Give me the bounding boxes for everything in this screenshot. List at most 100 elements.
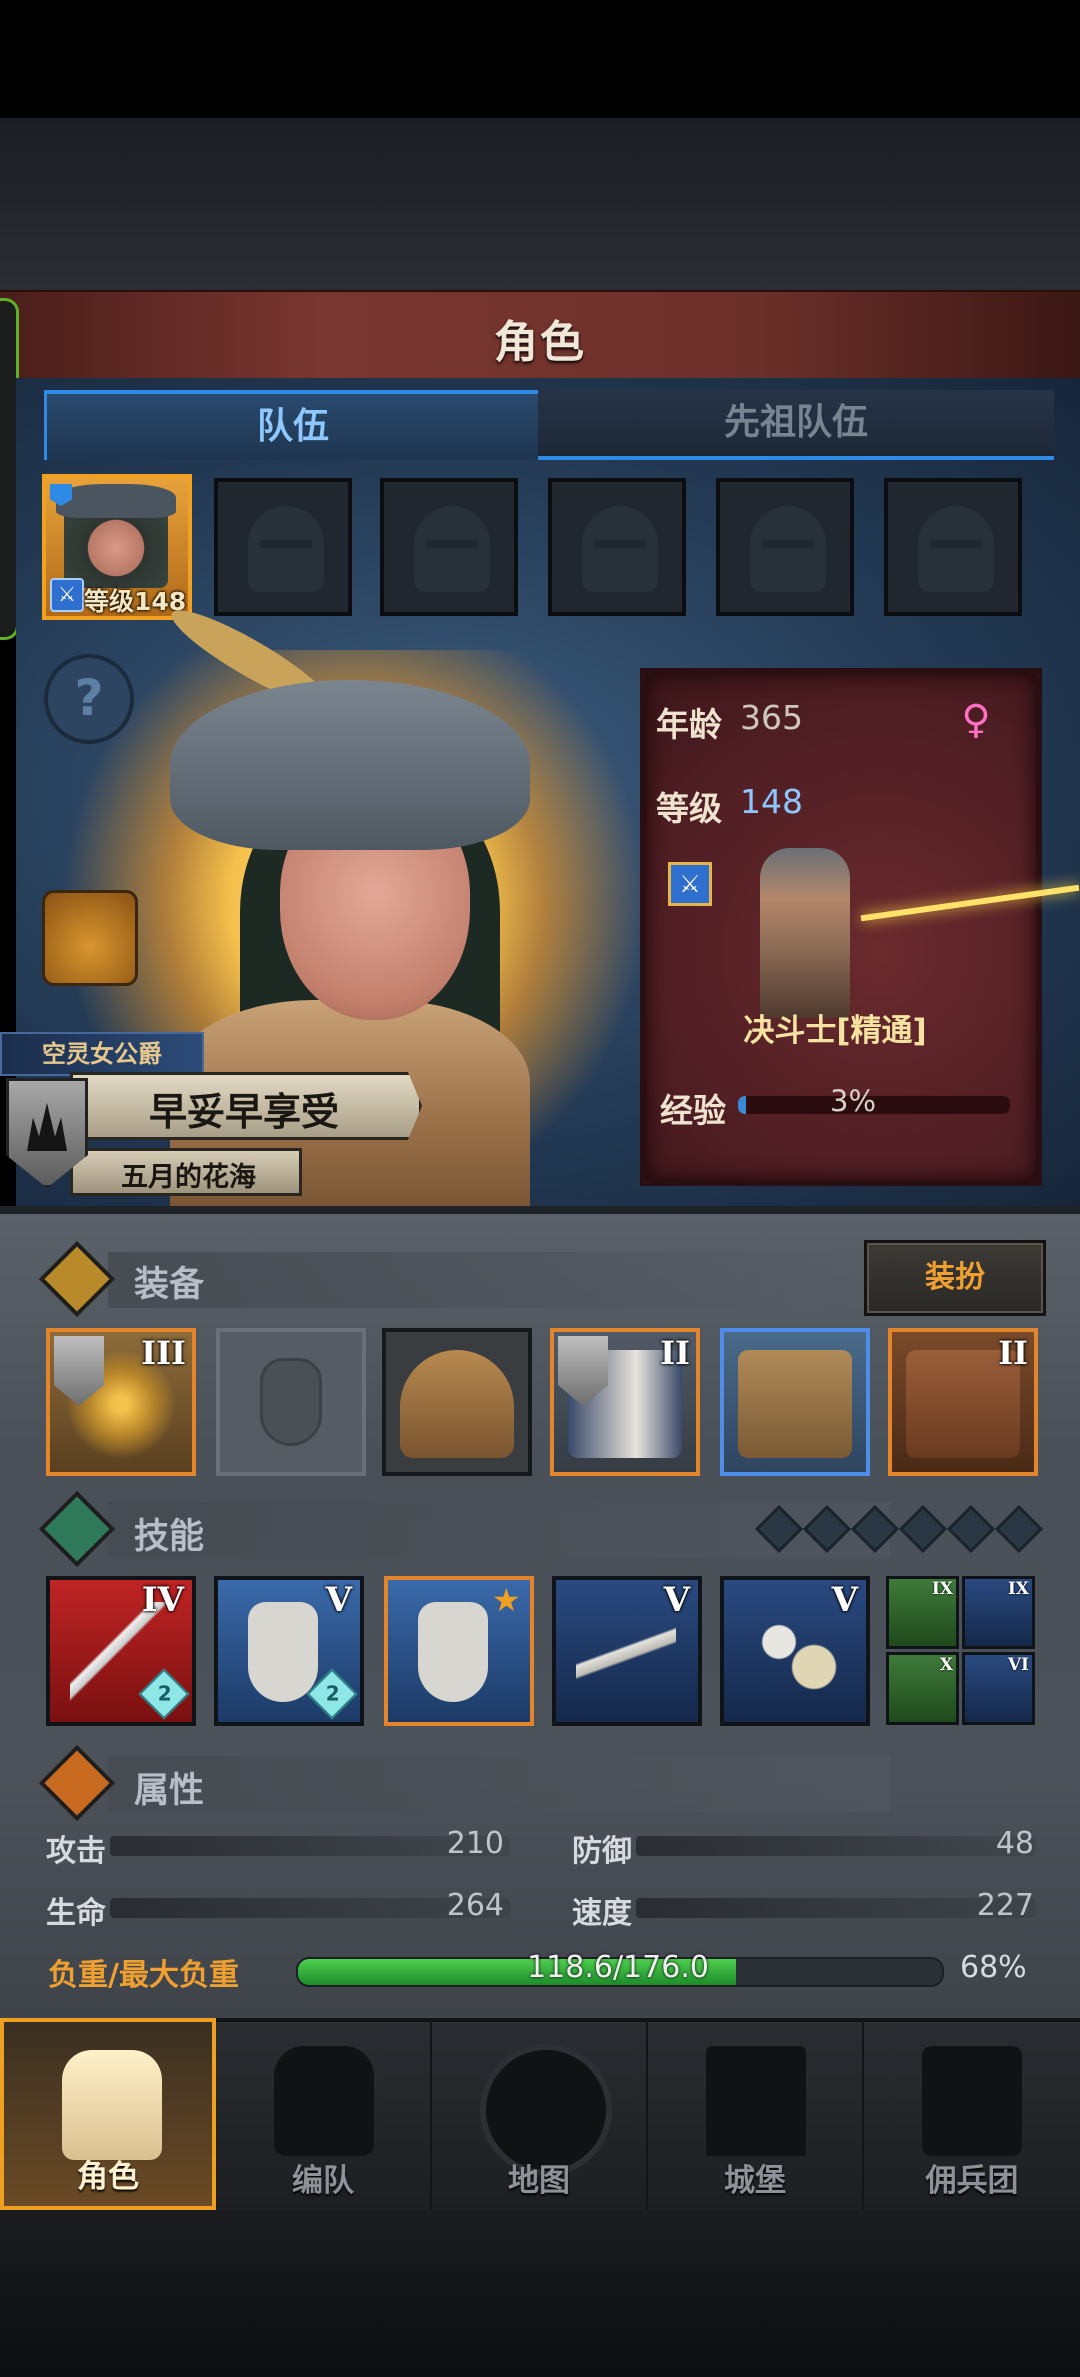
nav-mercenary[interactable]: 佣兵团 (864, 2018, 1080, 2210)
blade-slash-icon (576, 1602, 676, 1702)
empty-helmet-icon (918, 506, 994, 592)
title-bar: 角色 (0, 290, 1080, 384)
nav-label: 佣兵团 (925, 2163, 1019, 2199)
equip-tier: II (660, 1334, 690, 1372)
exp-bar-fill (738, 1096, 747, 1114)
nav-castle[interactable]: 城堡 (648, 2018, 864, 2210)
roster-slot-empty[interactable] (548, 478, 686, 616)
equip-slot-offhand[interactable] (216, 1328, 366, 1476)
passive-skill[interactable]: IX (962, 1576, 1035, 1649)
equipment-title: 装备 (134, 1265, 205, 1305)
load-percent: 68% (960, 1950, 1027, 1985)
equip-tier: III (141, 1334, 186, 1372)
attack-label: 攻击 (46, 1834, 106, 1869)
skills-title: 技能 (134, 1517, 205, 1557)
speed-value: 227 (976, 1888, 1034, 1923)
female-gender-icon: ♀ (961, 697, 991, 743)
load-label: 负重/最大负重 (48, 1958, 239, 1993)
helmet-icon (274, 2046, 374, 2156)
roster-slot-empty[interactable] (716, 478, 854, 616)
empty-helmet-icon (414, 506, 490, 592)
empty-helmet-icon (750, 506, 826, 592)
nav-character[interactable]: 角色 (0, 2018, 216, 2210)
dress-up-label: 装扮 (925, 1260, 985, 1295)
shield-sword-icon (248, 1602, 318, 1702)
class-sword-icon: ⚔ (668, 862, 712, 906)
castle-icon (706, 2046, 806, 2156)
hp-label: 生命 (46, 1896, 106, 1931)
passive-skill[interactable]: X (886, 1652, 959, 1725)
skill-tier: V (325, 1580, 352, 1620)
potion-pot-icon[interactable] (42, 890, 138, 986)
skill-tier: V (663, 1580, 690, 1620)
banner-icon (922, 2046, 1022, 2156)
star-icon: ★ (492, 1581, 521, 1619)
equip-tier: II (998, 1334, 1028, 1372)
skill-slot[interactable]: IV 2 (46, 1576, 196, 1726)
nav-map[interactable]: 地图 (432, 2018, 648, 2210)
skill-tier: IX (931, 1579, 953, 1599)
roster-slot-selected[interactable]: ⚔ 等级148 (42, 474, 192, 620)
skill-tier: X (939, 1655, 953, 1675)
attack-value: 210 (446, 1826, 504, 1861)
hp-value: 264 (446, 1888, 504, 1923)
equipment-section-banner (108, 1252, 890, 1308)
speed-label: 速度 (572, 1896, 632, 1931)
helmet-icon (400, 1350, 514, 1458)
passive-skill[interactable]: VI (962, 1652, 1035, 1725)
class-name: 决斗士[精通] (743, 1013, 927, 1049)
hero-title: 空灵女公爵 (42, 1040, 162, 1068)
dress-up-button[interactable]: 装扮 (864, 1240, 1046, 1316)
equip-slot-armor[interactable]: II (550, 1328, 700, 1476)
tab-ancestor-team[interactable]: 先祖队伍 (538, 390, 1054, 460)
defense-value: 48 (995, 1826, 1034, 1861)
passive-skill[interactable]: IX (886, 1576, 959, 1649)
nav-label: 地图 (508, 2163, 570, 2199)
crystal-bird-icon (744, 1602, 844, 1702)
guild-plate: 五月的花海 (70, 1148, 302, 1196)
nav-formation[interactable]: 编队 (216, 2018, 432, 2210)
roster-slot-empty[interactable] (380, 478, 518, 616)
top-band (0, 118, 1080, 290)
skill-tier: V (831, 1580, 858, 1620)
hero-hat (170, 680, 530, 850)
skill-slot[interactable]: V (552, 1576, 702, 1726)
roster-slot-empty[interactable] (884, 478, 1022, 616)
attributes-section-banner (108, 1756, 890, 1812)
age-value: 365 (740, 698, 803, 737)
exp-label: 经验 (660, 1091, 726, 1130)
skill-tier: VI (1007, 1655, 1029, 1675)
class-figure (760, 848, 850, 1018)
empty-helmet-icon (248, 506, 324, 592)
skill-tier: IX (1007, 1579, 1029, 1599)
hero-name-plate[interactable]: 早妥早享受 (70, 1072, 422, 1140)
bottom-bar (0, 2210, 1080, 2377)
skill-slot[interactable]: V (720, 1576, 870, 1726)
sword-class-icon: ⚔ (50, 578, 84, 612)
equip-slot-weapon[interactable]: III (46, 1328, 196, 1476)
nav-label: 角色 (77, 2159, 139, 2195)
nav-label: 编队 (292, 2163, 354, 2199)
page-title: 角色 (494, 317, 586, 368)
help-icon[interactable]: ? (44, 654, 134, 744)
equip-slot-helmet[interactable] (382, 1328, 532, 1476)
load-value: 118.6/176.0 (527, 1950, 709, 1985)
boots-icon (738, 1350, 852, 1458)
hero-name: 早妥早享受 (149, 1090, 340, 1134)
skill-slot-selected[interactable]: ★ (384, 1576, 534, 1726)
empty-helmet-icon (582, 506, 658, 592)
age-label: 年龄 (656, 705, 722, 744)
empty-shield-slot-icon (260, 1358, 322, 1446)
skill-slot[interactable]: V 2 (214, 1576, 364, 1726)
equip-slot-boots[interactable] (720, 1328, 870, 1476)
avatar-hat (56, 484, 176, 518)
shield-sword-icon (418, 1602, 488, 1702)
tab-team[interactable]: 队伍 (44, 390, 542, 460)
level-label: 等级 (656, 789, 722, 828)
exp-percent: 3% (830, 1084, 877, 1118)
equip-slot-accessory[interactable]: II (888, 1328, 1038, 1476)
roster-slot-empty[interactable] (214, 478, 352, 616)
knight-icon (62, 2050, 162, 2160)
attributes-title: 属性 (134, 1771, 205, 1811)
defense-label: 防御 (572, 1834, 632, 1869)
